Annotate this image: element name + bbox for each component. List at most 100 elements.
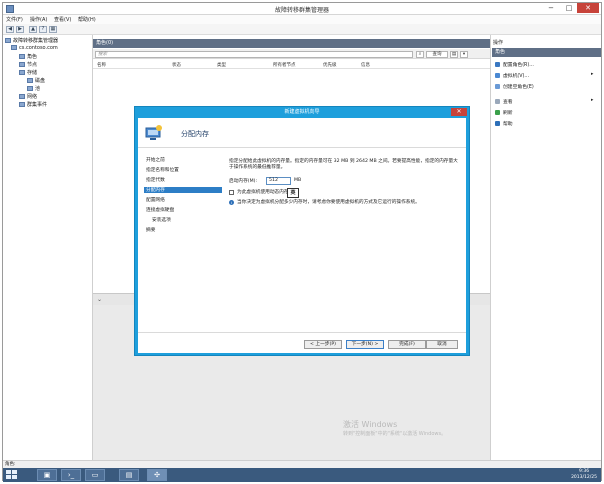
taskbar: ▣ ›_ ▭ ▤ ✣ 9:36 2013/12/25 [3, 468, 601, 482]
search-icon[interactable]: ⌕ [416, 51, 424, 58]
windows-start-icon[interactable] [6, 470, 18, 480]
tree-item-label: 网络 [27, 94, 38, 100]
info-icon: i [229, 200, 234, 205]
step-virtual-disk[interactable]: 连接虚拟硬盘 [146, 207, 174, 213]
step-summary[interactable]: 摘要 [146, 227, 155, 233]
submenu-arrow-icon: ▸ [591, 98, 594, 103]
view-icon [495, 99, 500, 104]
back-button[interactable]: ◀ [6, 26, 14, 33]
dialog-close-button[interactable]: ✕ [451, 108, 467, 116]
startup-memory-input[interactable]: 512 [266, 177, 291, 185]
menu-view[interactable]: 查看(V) [54, 16, 71, 23]
column-info[interactable]: 信息 [361, 62, 370, 68]
tree-item-label: cs.contoso.com [19, 45, 58, 51]
action-virtual-machines[interactable]: 虚拟机(V)... ▸ [495, 72, 593, 79]
help-toolbar-button[interactable]: ? [39, 26, 47, 33]
action-label: 虚拟机(V)... [503, 74, 529, 79]
system-clock[interactable]: 9:36 2013/12/25 [571, 469, 597, 481]
chevron-down-icon[interactable]: ▾ [460, 51, 468, 58]
cancel-button[interactable]: 取消 [426, 340, 458, 349]
action-configure-role[interactable]: 配置角色(R)... [495, 61, 534, 68]
step-name-location[interactable]: 指定名称和位置 [146, 167, 179, 173]
dialog-body: 分配内存 开始之前 指定名称和位置 指定代数 分配内存 配置网络 连接虚拟硬盘 … [138, 118, 466, 353]
tree-item-label: 角色 [27, 54, 38, 60]
step-generation[interactable]: 指定代数 [146, 177, 165, 183]
toolbar: ◀ ▶ ▲ ? ▦ [3, 24, 601, 35]
wizard-content: 指定分配给此虚拟机的内存量。指定的内存量可在 32 MB 到 2642 MB 之… [225, 149, 461, 309]
hyper-v-icon[interactable]: ▤ [119, 469, 139, 481]
column-priority[interactable]: 优先级 [323, 62, 337, 68]
column-name[interactable]: 名称 [97, 62, 106, 68]
actions-title: 操作 [493, 40, 504, 46]
ime-indicator: 英 [287, 188, 299, 198]
action-view[interactable]: 查看 ▸ [495, 98, 593, 105]
view-toolbar-button[interactable]: ▦ [49, 26, 57, 33]
collapse-icon[interactable]: ⌄ [97, 296, 102, 303]
tree-item-storage[interactable]: 存储 [19, 69, 37, 76]
menu-file[interactable]: 文件(F) [6, 16, 23, 23]
dynamic-memory-checkbox[interactable] [229, 190, 234, 195]
step-networking[interactable]: 配置网络 [146, 197, 165, 203]
nodes-icon [19, 62, 25, 67]
roles-icon [19, 54, 25, 59]
tree-item-networks[interactable]: 网络 [19, 93, 37, 100]
actions-pane: 操作 角色 配置角色(R)... 虚拟机(V)... ▸ 创建空角色(E) 查看 ▸… [490, 35, 601, 460]
wizard-computer-icon [145, 125, 162, 140]
previous-button[interactable]: < 上一步(P) [304, 340, 342, 349]
menu-action[interactable]: 操作(A) [30, 16, 47, 23]
query-button[interactable]: 查询 [426, 51, 448, 58]
action-create-empty-role[interactable]: 创建空角色(E) [495, 83, 534, 90]
clock-date: 2013/12/25 [571, 475, 597, 480]
tree-item-events[interactable]: 群集事件 [19, 101, 47, 108]
step-before-you-begin[interactable]: 开始之前 [146, 157, 165, 163]
tree-item-label: 池 [35, 86, 41, 92]
powershell-icon[interactable]: ›_ [61, 469, 81, 481]
step-install-options[interactable]: 安装选项 [152, 217, 171, 223]
column-type[interactable]: 类型 [217, 62, 226, 68]
startup-memory-label: 启动内存(M): [229, 179, 258, 184]
tree-item-disks[interactable]: 磁盘 [27, 77, 45, 84]
tree-item-pools[interactable]: 池 [27, 85, 40, 92]
up-button[interactable]: ▲ [29, 26, 37, 33]
tree-item-label: 磁盘 [35, 78, 46, 84]
column-owner-node[interactable]: 所有者节点 [273, 62, 296, 68]
tree-item-label: 群集事件 [27, 102, 48, 108]
tree-item-nodes[interactable]: 节点 [19, 61, 37, 68]
tree-item-root[interactable]: 故障转移群集管理器 [5, 37, 58, 44]
minimize-button[interactable]: − [543, 3, 559, 13]
actions-section-header[interactable]: 角色 [492, 48, 601, 57]
forward-button[interactable]: ▶ [16, 26, 24, 33]
network-icon [19, 94, 25, 99]
title-bar: 故障转移群集管理器 − □ ✕ [3, 3, 601, 15]
save-query-icon[interactable]: ▤ [450, 51, 458, 58]
step-assign-memory[interactable]: 分配内存 [144, 187, 222, 193]
tree-item-cluster[interactable]: cs.contoso.com [11, 45, 58, 51]
empty-role-icon [495, 84, 500, 89]
cluster-manager-icon[interactable]: ✣ [147, 469, 167, 481]
close-button[interactable]: ✕ [577, 3, 599, 13]
menu-help[interactable]: 帮助(H) [78, 16, 96, 23]
next-button[interactable]: 下一步(N) > [346, 340, 384, 349]
memory-unit: MB [294, 178, 302, 183]
action-help[interactable]: 帮助 [495, 120, 513, 127]
column-status[interactable]: 状态 [172, 62, 181, 68]
action-label: 配置角色(R)... [503, 63, 534, 68]
maximize-button[interactable]: □ [561, 3, 577, 13]
explorer-icon[interactable]: ▭ [85, 469, 105, 481]
search-bar: 搜索 ⌕ 查询 ▤ ▾ [93, 49, 490, 59]
dialog-header: 分配内存 [138, 118, 466, 148]
action-label: 查看 [503, 100, 513, 105]
tree-item-label: 故障转移群集管理器 [13, 38, 59, 44]
activation-watermark-title: 激活 Windows [343, 420, 398, 429]
roles-pane-header: 角色(0) [93, 39, 490, 48]
storage-icon [19, 70, 25, 75]
cluster-icon [11, 45, 17, 50]
refresh-icon [495, 110, 500, 115]
search-input[interactable]: 搜索 [95, 51, 413, 58]
server-manager-icon[interactable]: ▣ [37, 469, 57, 481]
tree-item-roles[interactable]: 角色 [19, 53, 37, 60]
finish-button[interactable]: 完成(F) [388, 340, 426, 349]
configure-role-icon [495, 62, 500, 67]
window-title: 故障转移群集管理器 [274, 7, 329, 14]
action-refresh[interactable]: 刷新 [495, 109, 513, 116]
